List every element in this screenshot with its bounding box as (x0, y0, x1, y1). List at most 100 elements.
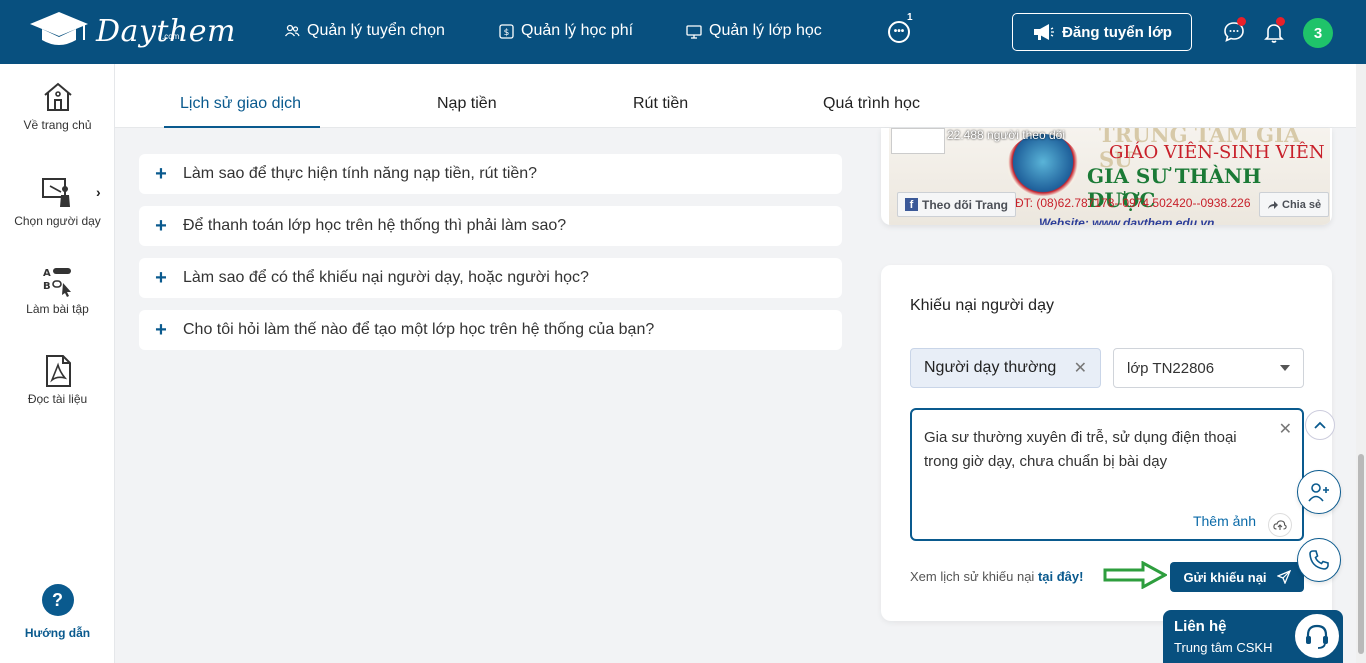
tab-transaction-history[interactable]: Lịch sử giao dịch (180, 95, 301, 113)
sidebar-item-label: Đọc tài liệu (27, 392, 88, 406)
facebook-cover-image[interactable]: 22.488 người theo dõi TRUNG TÂM GIA SƯ G… (889, 128, 1330, 225)
add-user-icon (1308, 483, 1329, 502)
complaint-card: Khiếu nại người dạy Người dạy thường ✕ l… (881, 265, 1332, 621)
exercise-icon: AB (43, 268, 71, 297)
sidebar-item-exercises[interactable]: AB Làm bài tập (0, 264, 115, 316)
plus-icon: + (155, 162, 167, 185)
faq-question: Cho tôi hỏi làm thế nào để tạo một lớp h… (183, 321, 655, 338)
phone-icon (1309, 550, 1329, 570)
bell-unread-dot (1276, 17, 1285, 26)
clear-message-icon[interactable]: ✕ (1279, 418, 1292, 442)
complaint-history-label: Xem lịch sử khiếu nại (910, 569, 1038, 584)
contact-subtitle: Trung tâm CSKH (1174, 640, 1273, 655)
active-tab-indicator (164, 126, 320, 128)
pdf-icon (45, 355, 71, 387)
avatar[interactable]: 3 (1303, 18, 1333, 48)
sidebar: Về trang chủ Chọn người dạy › AB Làm bài… (0, 64, 115, 663)
teacher-icon (41, 178, 70, 207)
tab-learning-process[interactable]: Quá trình học (823, 95, 920, 113)
sidebar-item-home[interactable]: Về trang chủ (0, 80, 115, 132)
svg-text:B: B (43, 281, 51, 292)
home-icon (43, 82, 72, 111)
facebook-follow-button[interactable]: f Theo dõi Trang (897, 192, 1016, 217)
nav-label: Quản lý lớp học (709, 22, 822, 39)
facebook-share-label: Chia sẻ (1282, 198, 1322, 211)
teacher-type-value: Người dạy thường (924, 359, 1057, 376)
graduation-cap-icon (30, 12, 88, 45)
tab-bar: Lịch sử giao dịch Nạp tiền Rút tiền Quá … (115, 64, 1360, 128)
post-class-label: Đăng tuyển lớp (1062, 23, 1172, 41)
help-icon: ? (41, 584, 74, 616)
logo[interactable]: Daythem (28, 10, 236, 52)
school-emblem-image (1007, 134, 1079, 196)
notification-count-badge: 1 (907, 12, 913, 23)
sidebar-item-label: Về trang chủ (23, 118, 92, 132)
facebook-follow-label: Theo dõi Trang (922, 197, 1008, 212)
scrollbar-thumb[interactable] (1358, 454, 1364, 654)
faq-question: Để thanh toán lớp học trên hệ thống thì … (183, 217, 567, 234)
faq-item[interactable]: + Làm sao để có thể khiếu nại người dạy, … (139, 258, 842, 298)
users-icon (284, 24, 300, 37)
send-complaint-label: Gửi khiếu nại (1183, 569, 1267, 585)
headset-icon (1293, 612, 1341, 660)
cloud-upload-icon[interactable] (1268, 513, 1292, 537)
send-complaint-button[interactable]: Gửi khiếu nại (1170, 562, 1304, 592)
contact-support-widget[interactable]: Liên hệ Trung tâm CSKH (1163, 610, 1343, 663)
faq-question: Làm sao để có thể khiếu nại người dạy, h… (183, 269, 589, 286)
sidebar-item-documents[interactable]: Đọc tài liệu (0, 354, 115, 406)
tab-deposit[interactable]: Nạp tiền (437, 95, 497, 113)
help-label: Hướng dẫn (24, 626, 91, 640)
more-menu-icon[interactable]: ••• (888, 21, 910, 43)
facebook-share-button[interactable]: Chia sẻ (1259, 192, 1330, 217)
call-button[interactable] (1297, 538, 1341, 582)
plus-icon: + (155, 266, 167, 289)
complaint-title: Khiếu nại người dạy (910, 297, 1054, 314)
facebook-followers: 22.488 người theo dõi (947, 128, 1065, 142)
facebook-page-card: 22.488 người theo dõi TRUNG TÂM GIA SƯ G… (881, 128, 1332, 225)
contact-title: Liên hệ (1174, 618, 1227, 635)
share-icon (1268, 200, 1278, 209)
banner-website: Website: www.daythem.edu.vn (1039, 216, 1215, 225)
tab-withdraw[interactable]: Rút tiền (633, 95, 688, 113)
logo-text: Daythem (96, 13, 236, 49)
complaint-history-text: Xem lịch sử khiếu nại tại đây! (910, 569, 1083, 584)
right-arrow-icon (1103, 561, 1167, 589)
post-class-button[interactable]: Đăng tuyển lớp (1012, 13, 1192, 51)
faq-item[interactable]: + Để thanh toán lớp học trên hệ thống thì… (139, 206, 842, 246)
sidebar-item-label: Chọn người dạy (14, 214, 101, 228)
faq-item[interactable]: + Cho tôi hỏi làm thế nào để tạo một lớp … (139, 310, 842, 350)
clear-icon[interactable]: ✕ (1074, 358, 1087, 378)
scroll-up-button[interactable] (1305, 410, 1335, 440)
send-icon (1276, 570, 1291, 584)
teacher-type-select[interactable]: Người dạy thường ✕ (910, 348, 1101, 388)
megaphone-icon (1034, 24, 1055, 40)
plus-icon: + (155, 318, 167, 341)
faq-item[interactable]: + Làm sao để thực hiện tính năng nạp tiền… (139, 154, 842, 194)
complaint-message-text: Gia sư thường xuyên đi trễ, sử dụng điện… (924, 429, 1237, 470)
complaint-history-link[interactable]: tại đây! (1038, 569, 1084, 584)
class-select-value: lớp TN22806 (1127, 359, 1215, 377)
banner-subtitle: GIÁO VIÊN-SINH VIÊN (1109, 142, 1325, 163)
help-link[interactable]: ? Hướng dẫn (0, 584, 115, 640)
nav-quan-ly-lop-hoc[interactable]: Quản lý lớp học (686, 22, 822, 40)
facebook-icon: f (905, 198, 918, 211)
dollar-icon: $ (499, 23, 514, 39)
add-photo-link[interactable]: Thêm ảnh (1193, 509, 1256, 533)
dropdown-caret-icon (1280, 365, 1290, 371)
svg-text:A: A (43, 268, 51, 279)
nav-quan-ly-tuyen-chon[interactable]: Quản lý tuyển chọn (284, 22, 445, 40)
screen-icon (686, 24, 702, 39)
chevron-right-icon[interactable]: › (96, 184, 101, 200)
class-select[interactable]: lớp TN22806 (1113, 348, 1304, 388)
nav-quan-ly-hoc-phi[interactable]: $ Quản lý học phí (499, 22, 633, 40)
complaint-message-input[interactable]: Gia sư thường xuyên đi trễ, sử dụng điện… (910, 408, 1304, 541)
chat-unread-dot (1237, 17, 1246, 26)
logo-domain: .com (162, 32, 180, 41)
nav-label: Quản lý học phí (521, 22, 634, 39)
facebook-page-avatar (891, 128, 945, 154)
banner-phone: ĐT: (08)62.787178--0974.502420--0938.226 (1015, 196, 1251, 210)
svg-text:$: $ (504, 28, 510, 38)
page-scrollbar[interactable] (1356, 64, 1366, 663)
add-friend-button[interactable] (1297, 470, 1341, 514)
chevron-up-icon (1314, 421, 1326, 429)
